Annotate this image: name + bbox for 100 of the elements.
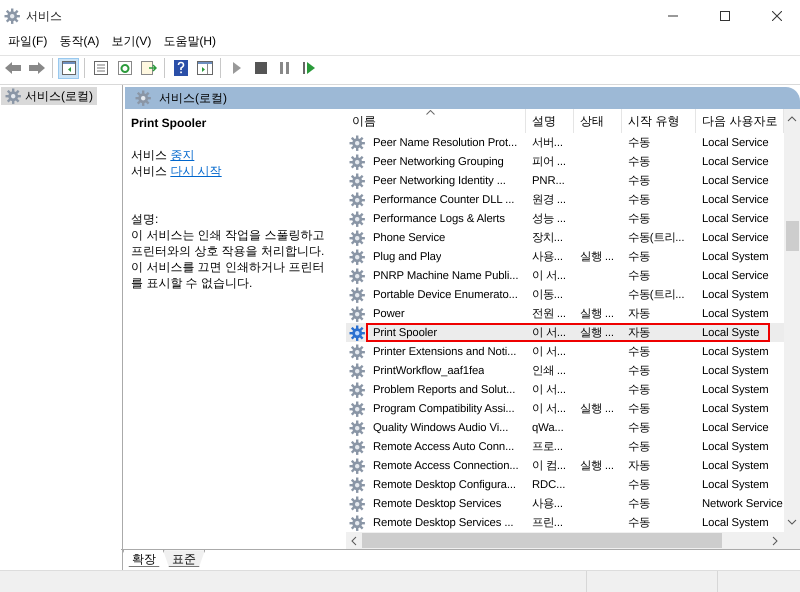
description-text: 이 서비스는 인쇄 작업을 스풀링하고 프린터와의 상호 작용을 처리합니다. 이 서비스를 끄면 인쇄하거나 프린터를 표시할 수 없습니다. [131, 227, 326, 292]
horizontal-scrollbar[interactable] [346, 532, 800, 550]
tree-item[interactable]: 서비스(로컬) [1, 87, 97, 106]
table-cell-text: 원경 ... [531, 193, 567, 208]
service-icon [349, 400, 365, 417]
services-icon [135, 90, 151, 106]
table-cell-text: Local System [701, 402, 770, 415]
table-cell-text: 이 서... [531, 402, 567, 416]
service-row[interactable]: Printer Extensions and Noti... 이 서... 수동 Local System [346, 342, 784, 362]
window-title: 서비스 [26, 8, 63, 24]
service-row[interactable]: Phone Service 장치... 수동(트리... Local Service [346, 228, 784, 248]
table-cell-text: 프로... [531, 440, 564, 454]
table-cell-text: Local Service [701, 232, 770, 244]
pause-icon [280, 62, 290, 74]
table-cell-text: 인쇄 ... [531, 364, 567, 378]
service-row[interactable]: Performance Logs & Alerts 성능 ... 수동 Local Service [346, 209, 784, 228]
service-row[interactable]: Problem Reports and Solut... 이 서... 수동 Local System [346, 380, 784, 400]
service-icon [349, 268, 365, 284]
service-row[interactable]: Remote Access Auto Conn... 프로... 수동 Local System [346, 437, 784, 456]
table-cell-text: 실행 ... [579, 307, 615, 322]
table-cell-text: 수동 [627, 497, 651, 512]
action-link[interactable]: 중지 [170, 148, 194, 162]
pane-title: 서비스(로컬) [159, 90, 227, 107]
table-cell-text: Local Service [701, 136, 770, 149]
table-cell-text: 전원 ... [531, 307, 567, 322]
table-cell-text: Program Compatibility Assi... [372, 402, 514, 415]
menu-item[interactable]: 보기(V) [105, 32, 158, 50]
table-cell-text: Local System [701, 364, 770, 377]
service-icon [349, 438, 365, 455]
table-cell-text: Local Service [701, 194, 770, 206]
console-tree-button[interactable] [58, 58, 79, 79]
stop-icon [254, 62, 266, 74]
service-row[interactable]: Performance Counter DLL ... 원경 ... 수동 Local Service [346, 190, 784, 210]
table-cell-text: Print Spooler [372, 326, 438, 339]
menu-item[interactable]: 도움말(H) [157, 32, 222, 50]
table-cell-text: Plug and Play [372, 250, 442, 263]
column-header[interactable]: 이름 [346, 109, 526, 134]
table-cell-text: 사용... [531, 497, 564, 512]
table-cell-text: 수동 [627, 421, 651, 436]
service-row[interactable]: Quality Windows Audio Vi... qWa... 수동 Local Service [346, 418, 784, 438]
service-row[interactable]: PNRP Machine Name Publi... 이 서... 수동 Local Service [346, 266, 784, 286]
scroll-up-icon [787, 116, 797, 122]
table-cell-text: 사용... [531, 250, 564, 264]
service-icon [349, 134, 365, 151]
action-label: 서비스 [131, 164, 167, 178]
column-header[interactable]: 설명 [526, 109, 574, 134]
service-row[interactable]: Print Spooler 이 서... 실행 ... 자동 Local Syste [346, 323, 784, 342]
scroll-thumb[interactable] [786, 220, 798, 251]
table-cell-text: Local System [701, 478, 770, 491]
scroll-right-icon [772, 536, 778, 546]
action-link[interactable]: 다시 시작 [170, 164, 222, 178]
table-cell-text: Local System [701, 440, 770, 453]
table-cell-text: RDC... [531, 478, 566, 491]
table-cell-text: 수동 [627, 440, 651, 454]
maximize-icon [720, 11, 730, 21]
table-cell-text: 수동 [627, 364, 651, 378]
service-row[interactable]: Remote Desktop Services 사용... 수동 Network Service [346, 494, 784, 514]
menu-item[interactable]: 동작(A) [53, 32, 106, 50]
service-row[interactable]: Remote Access Connection... 이 컴... 실행 ... 자동 Local System [346, 456, 784, 476]
table-cell-text: Quality Windows Audio Vi... [372, 422, 508, 434]
service-row[interactable]: Peer Networking Grouping 피어 ... 수동 Local Service [346, 152, 784, 172]
table-cell-text: Performance Logs & Alerts [372, 212, 505, 225]
services-icon [5, 88, 21, 104]
table-cell-text: 수동 [627, 269, 651, 284]
service-row[interactable]: Remote Desktop Configura... RDC... 수동 Local System [346, 475, 784, 494]
service-row[interactable]: Portable Device Enumerato... 이동... 수동(트리... Local System [346, 285, 784, 304]
view-tab[interactable]: 표준 [163, 550, 205, 568]
table-cell-text: Local System [701, 288, 770, 301]
column-header[interactable]: 시작 유형 [622, 109, 696, 134]
table-cell-text: 프린... [531, 516, 564, 530]
table-cell-text: 자동 [627, 326, 651, 340]
table-cell-text: 자동 [627, 307, 651, 322]
app-icon [4, 8, 20, 24]
service-row[interactable]: Peer Name Resolution Prot... 서버... 수동 Local Service [346, 133, 784, 152]
service-title: Print Spooler [131, 115, 208, 132]
service-icon [349, 476, 365, 493]
vertical-scrollbar[interactable] [784, 109, 800, 532]
action-label: 서비스 [131, 148, 167, 162]
table-cell-text: 자동 [627, 459, 651, 474]
service-icon [349, 248, 365, 265]
menu-item[interactable]: 파일(F) [2, 32, 54, 50]
service-row[interactable]: Program Compatibility Assi... 이 서... 실행 ... 수동 Local System [346, 399, 784, 418]
table-cell-text: 이 서... [531, 269, 567, 284]
service-icon [349, 514, 365, 531]
table-cell-text: 장치... [531, 231, 564, 246]
scroll-thumb[interactable] [362, 533, 722, 548]
table-cell-text: PrintWorkflow_aaf1fea [372, 364, 484, 377]
table-cell-text: Local System [701, 460, 770, 472]
service-row[interactable]: PrintWorkflow_aaf1fea 인쇄 ... 수동 Local System [346, 361, 784, 380]
table-cell-text: 수동 [627, 383, 651, 398]
column-header[interactable]: 상태 [574, 109, 622, 134]
service-row[interactable]: Power 전원 ... 실행 ... 자동 Local System [346, 304, 784, 324]
table-cell-text: 이 서... [531, 383, 567, 398]
table-cell-text: 이 서... [531, 345, 567, 360]
table-cell-text: Remote Desktop Configura... [372, 478, 516, 491]
service-row[interactable]: Remote Desktop Services ... 프린... 수동 Local System [346, 513, 784, 532]
service-row[interactable]: Plug and Play 사용... 실행 ... 수동 Local System [346, 247, 784, 266]
table-cell-text: Power [372, 308, 405, 320]
sort-indicator-icon [426, 110, 435, 116]
service-row[interactable]: Peer Networking Identity ... PNR... 수동 Local Service [346, 171, 784, 190]
